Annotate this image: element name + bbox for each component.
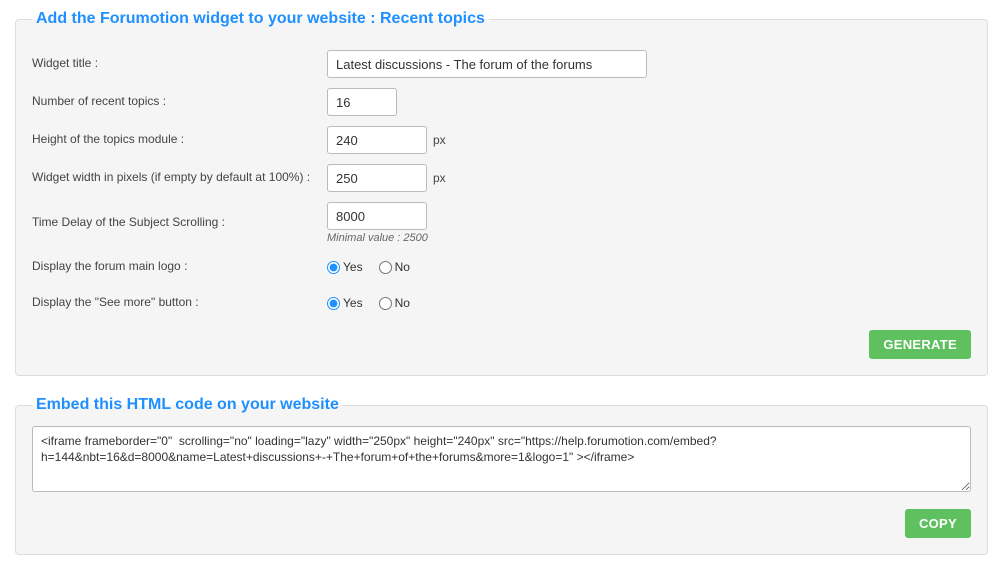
seemore-no-text: No (395, 296, 410, 310)
embed-legend: Embed this HTML code on your website (32, 396, 343, 414)
topic-count-label: Number of recent topics : (32, 94, 327, 110)
see-more-label: Display the "See more" button : (32, 295, 327, 311)
row-delay: Time Delay of the Subject Scrolling : Mi… (32, 202, 971, 244)
logo-yes-radio[interactable] (327, 261, 340, 274)
row-width: Widget width in pixels (if empty by defa… (32, 164, 971, 192)
row-display-logo: Display the forum main logo : Yes No (32, 254, 971, 280)
widget-legend: Add the Forumotion widget to your websit… (32, 10, 489, 28)
seemore-yes-radio[interactable] (327, 297, 340, 310)
seemore-no-option[interactable]: No (379, 296, 410, 310)
height-input[interactable] (327, 126, 427, 154)
embed-code-textarea[interactable] (32, 426, 971, 492)
row-height: Height of the topics module : px (32, 126, 971, 154)
copy-button[interactable]: COPY (905, 509, 971, 538)
logo-no-text: No (395, 260, 410, 274)
seemore-yes-option[interactable]: Yes (327, 296, 363, 310)
logo-yes-option[interactable]: Yes (327, 260, 363, 274)
seemore-no-radio[interactable] (379, 297, 392, 310)
row-see-more: Display the "See more" button : Yes No (32, 290, 971, 316)
delay-label: Time Delay of the Subject Scrolling : (32, 215, 327, 231)
widget-config-panel: Add the Forumotion widget to your websit… (15, 10, 988, 376)
seemore-yes-text: Yes (343, 296, 363, 310)
row-widget-title: Widget title : (32, 50, 971, 78)
widget-title-label: Widget title : (32, 56, 327, 72)
logo-no-radio[interactable] (379, 261, 392, 274)
delay-input[interactable] (327, 202, 427, 230)
height-suffix: px (433, 133, 446, 147)
row-topic-count: Number of recent topics : (32, 88, 971, 116)
width-label: Widget width in pixels (if empty by defa… (32, 170, 327, 186)
width-input[interactable] (327, 164, 427, 192)
width-suffix: px (433, 171, 446, 185)
logo-no-option[interactable]: No (379, 260, 410, 274)
widget-title-input[interactable] (327, 50, 647, 78)
topic-count-input[interactable] (327, 88, 397, 116)
height-label: Height of the topics module : (32, 132, 327, 148)
embed-panel: Embed this HTML code on your website COP… (15, 396, 988, 555)
delay-hint: Minimal value : 2500 (327, 232, 428, 244)
display-logo-label: Display the forum main logo : (32, 259, 327, 275)
logo-yes-text: Yes (343, 260, 363, 274)
generate-button[interactable]: GENERATE (869, 330, 971, 359)
